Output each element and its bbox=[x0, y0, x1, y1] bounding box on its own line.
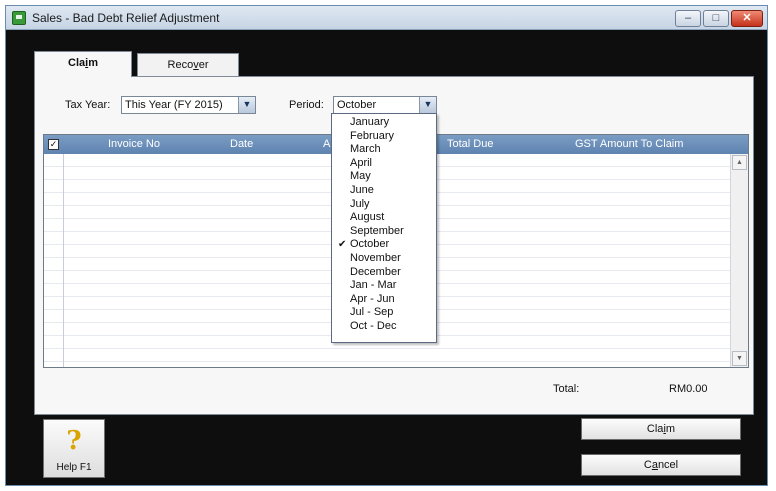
help-button[interactable]: ? Help F1 bbox=[43, 419, 105, 478]
total-value: RM0.00 bbox=[669, 383, 708, 395]
period-option-label: July bbox=[350, 197, 370, 210]
period-option[interactable]: Apr - Jun bbox=[332, 293, 436, 307]
period-option-label: Jan - Mar bbox=[350, 279, 397, 292]
period-option-label: Apr - Jun bbox=[350, 292, 395, 305]
check-icon: ✔ bbox=[338, 239, 347, 251]
period-option-label: December bbox=[350, 265, 401, 278]
period-option[interactable]: July bbox=[332, 198, 436, 212]
claim-button[interactable]: Claim bbox=[581, 418, 741, 440]
period-option[interactable]: Jan - Mar bbox=[332, 279, 436, 293]
period-option-label: August bbox=[350, 211, 385, 224]
period-option[interactable]: April bbox=[332, 157, 436, 171]
window-title: Sales - Bad Debt Relief Adjustment bbox=[32, 11, 220, 25]
period-option[interactable]: March bbox=[332, 143, 436, 157]
app-icon bbox=[12, 11, 26, 25]
column-gst-amount-to-claim[interactable]: GST Amount To Claim bbox=[575, 138, 683, 150]
chevron-down-icon[interactable]: ▼ bbox=[238, 97, 255, 113]
period-option[interactable]: Oct - Dec bbox=[332, 320, 436, 334]
select-all-checkbox[interactable]: ✓ bbox=[48, 139, 59, 150]
chevron-down-icon[interactable]: ▼ bbox=[419, 97, 436, 113]
period-option-label: January bbox=[350, 116, 390, 128]
close-button[interactable]: ✕ bbox=[731, 10, 763, 27]
period-option[interactable]: May bbox=[332, 170, 436, 184]
period-option-label: February bbox=[350, 129, 395, 142]
tax-year-value: This Year (FY 2015) bbox=[125, 99, 223, 111]
scroll-down-icon[interactable]: ▼ bbox=[732, 351, 747, 366]
period-option-label: March bbox=[350, 143, 381, 156]
period-option[interactable]: January bbox=[332, 116, 436, 130]
grid-scrollbar[interactable]: ▲ ▼ bbox=[730, 154, 748, 367]
period-option-label: May bbox=[350, 170, 371, 183]
scroll-up-icon[interactable]: ▲ bbox=[732, 155, 747, 170]
period-label: Period: bbox=[289, 99, 324, 111]
period-option-label: October bbox=[350, 238, 390, 251]
title-bar[interactable]: Sales - Bad Debt Relief Adjustment – □ ✕ bbox=[6, 6, 767, 30]
period-option-label: April bbox=[350, 156, 373, 169]
period-option[interactable]: June bbox=[332, 184, 436, 198]
tab-claim-label: Claim bbox=[68, 57, 98, 69]
tax-year-label: Tax Year: bbox=[65, 99, 111, 111]
period-select[interactable]: October ▼ bbox=[333, 96, 437, 114]
period-option-label: Oct - Dec bbox=[350, 319, 397, 332]
period-option[interactable]: ✔ October bbox=[332, 238, 436, 252]
maximize-button[interactable]: □ bbox=[703, 10, 729, 27]
help-label: Help F1 bbox=[56, 462, 92, 473]
tax-year-select[interactable]: This Year (FY 2015) ▼ bbox=[121, 96, 256, 114]
tab-claim[interactable]: Claim bbox=[34, 51, 132, 77]
bad-debt-relief-window: Sales - Bad Debt Relief Adjustment – □ ✕… bbox=[5, 5, 768, 486]
cancel-button[interactable]: Cancel bbox=[581, 454, 741, 476]
tab-recover[interactable]: Recover bbox=[137, 53, 239, 77]
period-dropdown-list[interactable]: January February March April May June July Augu… bbox=[331, 113, 437, 343]
period-option-label: June bbox=[350, 183, 374, 196]
question-icon: ? bbox=[66, 426, 82, 456]
period-option-label: September bbox=[350, 224, 404, 237]
column-invoice-no[interactable]: Invoice No bbox=[108, 138, 160, 150]
period-option[interactable]: August bbox=[332, 211, 436, 225]
column-total-due[interactable]: Total Due bbox=[447, 138, 493, 150]
minimize-button[interactable]: – bbox=[675, 10, 701, 27]
period-option-label: Jul - Sep bbox=[350, 306, 394, 319]
period-option-label: November bbox=[350, 251, 401, 264]
column-date[interactable]: Date bbox=[230, 138, 253, 150]
period-option[interactable]: February bbox=[332, 130, 436, 144]
period-option[interactable]: December bbox=[332, 266, 436, 280]
period-option[interactable]: September bbox=[332, 225, 436, 239]
total-label: Total: bbox=[553, 383, 580, 395]
tab-recover-label: Recover bbox=[167, 59, 209, 71]
period-option[interactable]: November bbox=[332, 252, 436, 266]
period-value: October bbox=[337, 99, 377, 111]
period-option[interactable]: Jul - Sep bbox=[332, 306, 436, 320]
